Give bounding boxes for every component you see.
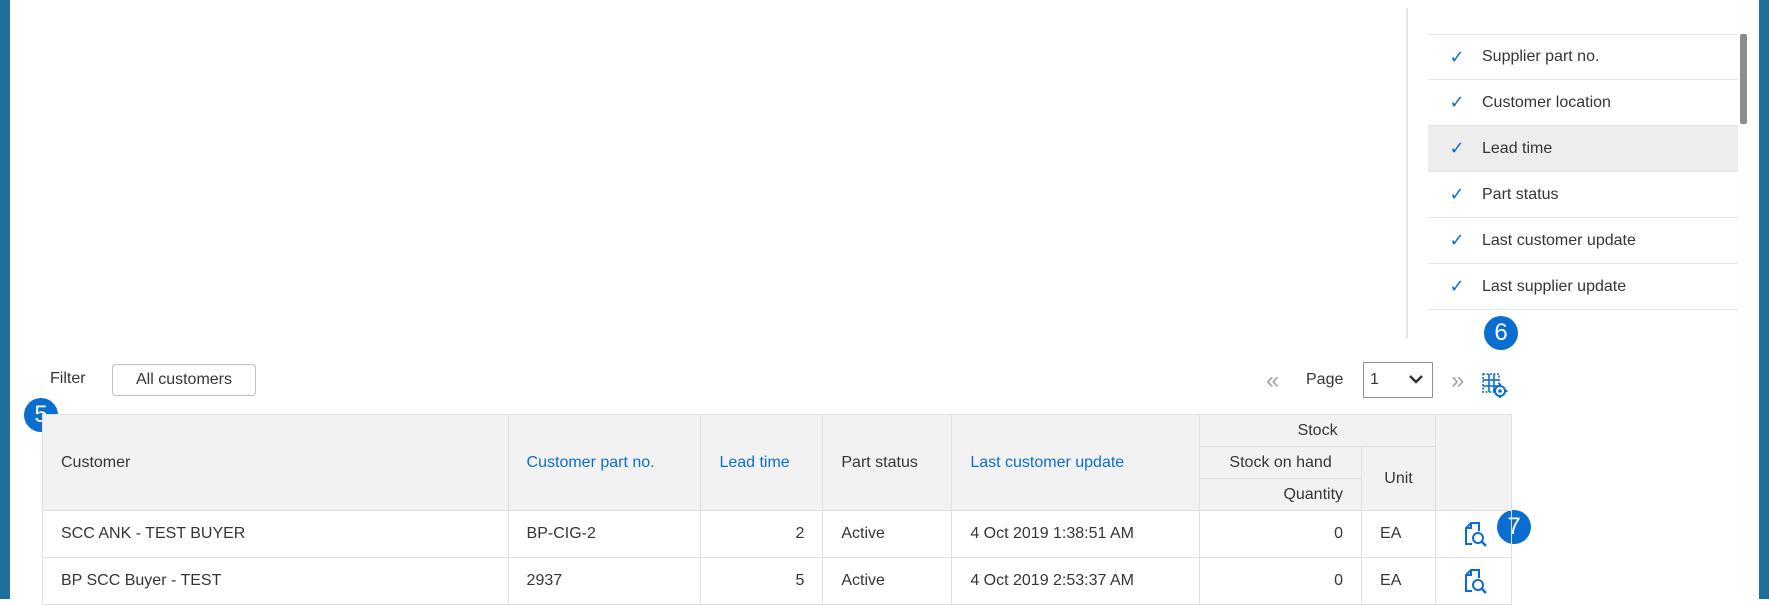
header-last-customer-update[interactable]: Last customer update	[951, 414, 1201, 511]
header-actions	[1435, 414, 1512, 511]
previous-page-button[interactable]: «	[1266, 367, 1279, 395]
popover-divider	[1406, 8, 1408, 338]
column-option-last-supplier-update[interactable]: ✓ Last supplier update	[1428, 264, 1738, 310]
callout-6: 6	[1484, 316, 1518, 350]
customer-filter-button[interactable]: All customers	[112, 364, 256, 396]
check-icon: ✓	[1449, 46, 1465, 67]
page-select[interactable]: 1	[1363, 362, 1433, 398]
header-stock-group: Stock	[1199, 414, 1437, 447]
view-details-icon[interactable]	[1460, 520, 1488, 548]
cell-part-status: Active	[822, 557, 953, 605]
page-select-value: 1	[1370, 371, 1379, 388]
cell-quantity: 0	[1199, 557, 1363, 605]
header-stock-on-hand: Stock on hand	[1199, 446, 1363, 479]
check-icon: ✓	[1449, 230, 1465, 250]
header-customer: Customer	[42, 414, 509, 511]
cell-unit: EA	[1361, 557, 1437, 605]
header-lead-time[interactable]: Lead time	[700, 414, 824, 511]
check-icon: ✓	[1449, 184, 1465, 204]
table-row: BP SCC Buyer - TEST 2937 5 Active 4 Oct …	[42, 557, 1512, 605]
column-option-label: Supplier part no.	[1482, 48, 1600, 65]
cell-quantity: 0	[1199, 510, 1363, 558]
cell-customer-part-no: BP-CIG-2	[507, 510, 702, 558]
column-option-label: Lead time	[1482, 139, 1553, 157]
check-icon: ✓	[1449, 276, 1465, 296]
page-label: Page	[1306, 371, 1344, 388]
cell-part-status: Active	[822, 510, 953, 558]
check-icon: ✓	[1449, 138, 1465, 158]
column-option-label: Last customer update	[1482, 231, 1636, 249]
column-picker-list: ✓ Supplier part no. ✓ Customer location …	[1428, 34, 1738, 310]
header-quantity: Quantity	[1199, 478, 1363, 511]
column-option-label: Last supplier update	[1482, 277, 1627, 295]
window-frame-right	[1759, 0, 1769, 599]
customer-parts-table: Customer Customer part no. Lead time Par…	[42, 414, 1512, 605]
filter-label: Filter	[50, 370, 86, 387]
cell-action	[1435, 510, 1512, 558]
column-option-last-customer-update[interactable]: ✓ Last customer update	[1428, 218, 1738, 264]
header-unit: Unit	[1361, 446, 1437, 511]
chevron-down-icon	[1408, 363, 1424, 410]
column-option-part-status[interactable]: ✓ Part status	[1428, 172, 1738, 218]
header-part-status: Part status	[822, 414, 953, 511]
cell-lead-time: 2	[700, 510, 824, 558]
cell-customer: SCC ANK - TEST BUYER	[42, 510, 509, 558]
cell-last-customer-update: 4 Oct 2019 1:38:51 AM	[951, 510, 1201, 558]
column-option-supplier-part-no[interactable]: ✓ Supplier part no.	[1428, 34, 1738, 80]
cell-lead-time: 5	[700, 557, 824, 605]
header-customer-part-no[interactable]: Customer part no.	[507, 414, 702, 511]
next-page-button[interactable]: »	[1451, 367, 1464, 395]
cell-customer-part-no: 2937	[507, 557, 702, 605]
check-icon: ✓	[1449, 92, 1465, 112]
column-option-lead-time[interactable]: ✓ Lead time	[1428, 126, 1738, 172]
view-details-icon[interactable]	[1460, 567, 1488, 595]
cell-unit: EA	[1361, 510, 1437, 558]
column-option-customer-location[interactable]: ✓ Customer location	[1428, 80, 1738, 126]
cell-last-customer-update: 4 Oct 2019 2:53:37 AM	[951, 557, 1201, 605]
table-row: SCC ANK - TEST BUYER BP-CIG-2 2 Active 4…	[42, 510, 1512, 558]
cell-action	[1435, 557, 1512, 605]
cell-customer: BP SCC Buyer - TEST	[42, 557, 509, 605]
column-picker-scrollbar[interactable]	[1740, 34, 1747, 124]
window-frame-left	[0, 0, 10, 599]
table-settings-icon[interactable]	[1480, 370, 1508, 398]
column-option-label: Customer location	[1482, 93, 1611, 111]
column-option-label: Part status	[1482, 185, 1559, 203]
